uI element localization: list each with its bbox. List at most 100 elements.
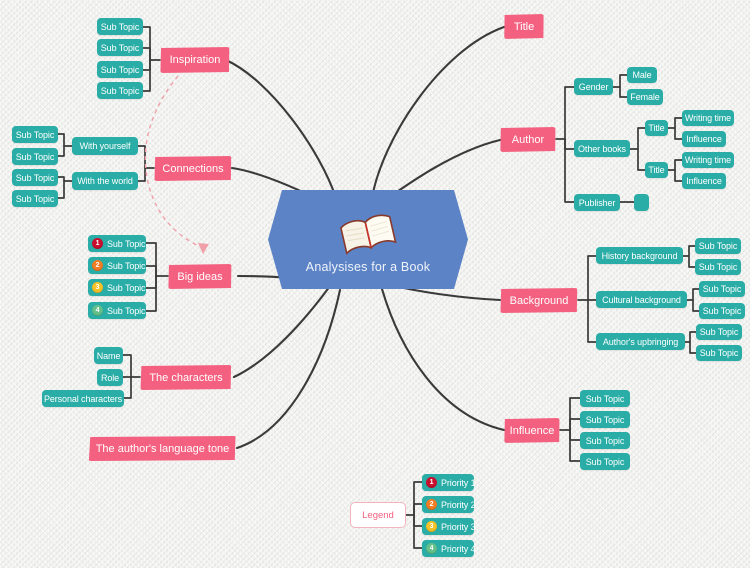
sub-topic-inspiration-4[interactable]: Sub Topic [97, 82, 143, 99]
main-topic-connections-label: Connections [162, 162, 224, 175]
sub-topic-other-books[interactable]: Other books [574, 140, 630, 157]
sub-topic-label: Author's upbringing [602, 336, 679, 347]
sub-topic-personal-characters[interactable]: Personal characters [42, 390, 124, 407]
priority-badge-4: 4 [426, 543, 437, 554]
sub-topic-history-1[interactable]: Sub Topic [695, 238, 741, 254]
main-topic-the-characters[interactable]: The characters [140, 365, 232, 390]
sub-topic-upbringing-2[interactable]: Sub Topic [696, 345, 742, 361]
sub-topic-label: Sub Topic [100, 85, 140, 96]
link-insp-2 [142, 47, 151, 61]
link-char-name [122, 354, 141, 378]
main-topic-language-tone[interactable]: The author's language tone [88, 436, 236, 461]
sub-topic-big-ideas-2[interactable]: 2 Sub Topic [88, 257, 146, 274]
sub-topic-publisher[interactable]: Publisher [574, 194, 620, 211]
sub-topic-authors-upbringing[interactable]: Author's upbringing [596, 333, 685, 350]
link-auth-gender [555, 86, 575, 140]
main-topic-big-ideas-label: Big ideas [177, 270, 223, 283]
sub-topic-name[interactable]: Name [94, 347, 123, 364]
main-topic-big-ideas[interactable]: Big ideas [168, 264, 232, 289]
link-auth-t2-i [674, 169, 683, 182]
priority-badge-3: 3 [426, 521, 437, 532]
sub-topic-label: Personal characters [43, 393, 123, 404]
sub-topic-cultural-1[interactable]: Sub Topic [699, 281, 745, 297]
sub-topic-big-ideas-4[interactable]: 4 Sub Topic [88, 302, 146, 319]
sub-topic-female[interactable]: Female [627, 89, 663, 105]
sub-topic-cultural-2[interactable]: Sub Topic [699, 303, 745, 319]
sub-topic-history-background[interactable]: History background [596, 247, 683, 264]
sub-topic-label: Other books [578, 143, 626, 154]
open-book-icon [337, 212, 399, 256]
sub-topic-label: Sub Topic [702, 284, 742, 294]
link-conn-a2 [57, 145, 65, 157]
link-legend-3 [413, 514, 423, 527]
sub-topic-influence-child-1[interactable]: Sub Topic [580, 390, 630, 407]
main-topic-influence-label: Influence [509, 424, 555, 437]
branch-inspiration [224, 58, 338, 200]
sub-topic-with-the-world-1[interactable]: Sub Topic [12, 169, 58, 186]
main-topic-inspiration[interactable]: Inspiration [160, 47, 230, 73]
sub-topic-gender[interactable]: Gender [574, 78, 613, 95]
link-auth-male [612, 74, 628, 88]
legend-label: Legend [362, 509, 394, 521]
sub-topic-inspiration-2[interactable]: Sub Topic [97, 39, 143, 56]
sub-topic-with-the-world-2[interactable]: Sub Topic [12, 190, 58, 207]
link-auth-pub [564, 138, 575, 203]
sub-topic-label: Cultural background [602, 294, 681, 305]
sub-topic-label: Sub Topic [107, 282, 146, 293]
link-infl-4 [569, 429, 581, 462]
legend-item-priority-2[interactable]: 2 Priority 2 [422, 496, 476, 513]
sub-topic-label: Sub Topic [699, 348, 739, 358]
sub-topic-inspiration-1[interactable]: Sub Topic [97, 18, 143, 35]
branch-language-tone [235, 288, 342, 450]
central-topic-label: Analysises for a Book [305, 259, 431, 274]
legend-item-label: Priority 4 [441, 543, 476, 554]
legend-item-priority-3[interactable]: 3 Priority 3 [422, 518, 476, 535]
sub-topic-with-yourself[interactable]: With yourself [72, 137, 138, 155]
sub-topic-male[interactable]: Male [627, 67, 657, 83]
sub-topic-influence-1[interactable]: Influence [682, 131, 726, 147]
sub-topic-label: Influence [686, 134, 722, 144]
sub-topic-label: Sub Topic [585, 393, 625, 404]
link-legend-1 [405, 481, 423, 516]
sub-topic-label: Sub Topic [585, 456, 625, 467]
main-topic-title[interactable]: Title [504, 14, 544, 39]
main-topic-background-label: Background [509, 294, 569, 307]
link-auth-t1-w [667, 117, 683, 129]
legend-item-priority-4[interactable]: 4 Priority 4 [422, 540, 476, 557]
sub-topic-other-book-title-2[interactable]: Title [645, 162, 668, 178]
sub-topic-influence-child-2[interactable]: Sub Topic [580, 411, 630, 428]
sub-topic-publisher-empty[interactable] [634, 194, 649, 211]
sub-topic-influence-child-3[interactable]: Sub Topic [580, 432, 630, 449]
sub-topic-label: Sub Topic [702, 306, 742, 316]
link-bg-cult-1 [686, 288, 700, 301]
central-topic[interactable]: Analysises for a Book [268, 190, 468, 289]
sub-topic-label: Sub Topic [698, 262, 738, 272]
sub-topic-writing-time-2[interactable]: Writing time [682, 152, 734, 168]
main-topic-background[interactable]: Background [500, 288, 578, 313]
sub-topic-influence-2[interactable]: Influence [682, 173, 726, 189]
main-topic-influence[interactable]: Influence [504, 418, 560, 443]
link-big-4 [145, 275, 157, 312]
sub-topic-with-yourself-2[interactable]: Sub Topic [12, 148, 58, 165]
sub-topic-with-the-world[interactable]: With the world [72, 172, 138, 190]
sub-topic-history-2[interactable]: Sub Topic [695, 259, 741, 275]
main-topic-inspiration-label: Inspiration [169, 54, 221, 66]
legend-item-priority-1[interactable]: 1 Priority 1 [422, 474, 476, 491]
legend-box[interactable]: Legend [350, 502, 406, 528]
link-big-2 [145, 265, 157, 277]
sub-topic-inspiration-3[interactable]: Sub Topic [97, 61, 143, 78]
sub-topic-other-book-title-1[interactable]: Title [645, 120, 668, 136]
sub-topic-role[interactable]: Role [97, 369, 123, 386]
sub-topic-upbringing-1[interactable]: Sub Topic [696, 324, 742, 340]
sub-topic-influence-child-4[interactable]: Sub Topic [580, 453, 630, 470]
sub-topic-with-yourself-1[interactable]: Sub Topic [12, 126, 58, 143]
priority-badge-1: 1 [92, 238, 103, 249]
sub-topic-big-ideas-3[interactable]: 3 Sub Topic [88, 279, 146, 296]
sub-topic-big-ideas-1[interactable]: 1 Sub Topic [88, 235, 146, 252]
sub-topic-writing-time-1[interactable]: Writing time [682, 110, 734, 126]
link-big-1 [145, 242, 169, 277]
main-topic-connections[interactable]: Connections [154, 156, 232, 181]
main-topic-author[interactable]: Author [500, 127, 556, 152]
sub-topic-label: Sub Topic [699, 327, 739, 337]
sub-topic-cultural-background[interactable]: Cultural background [596, 291, 687, 308]
